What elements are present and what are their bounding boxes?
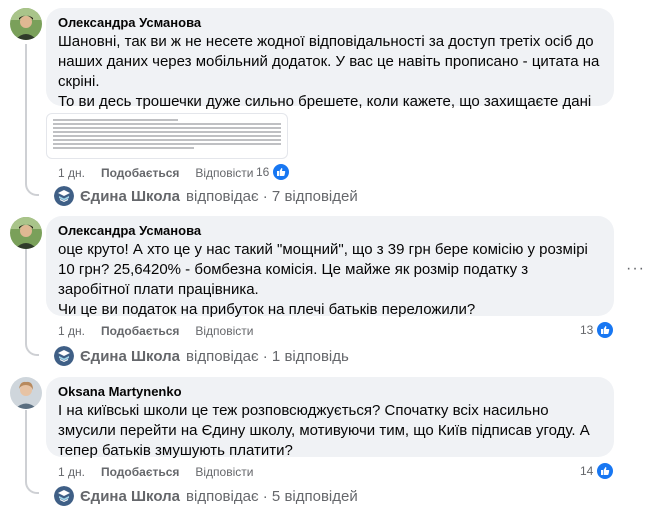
doc-line xyxy=(53,131,281,133)
replies-page-name: Єдина Школа xyxy=(80,347,181,365)
avatar[interactable] xyxy=(10,8,42,40)
comment-paragraph: Чи це ви податок на прибуток на плечі ба… xyxy=(58,301,476,318)
comment-paragraph: оце круто! А хто це у нас такий "мощний"… xyxy=(58,241,588,298)
thread-curve xyxy=(25,480,39,494)
reaction-number: 13 xyxy=(580,323,594,337)
comment-bubble: Олександра Усманова оце круто! А хто це … xyxy=(46,216,614,318)
comment-bubble: Oksana Martynenko І на київські школи це… xyxy=(46,377,614,459)
doc-line xyxy=(53,127,281,129)
doc-line xyxy=(53,139,281,141)
comment-actions: 1 дн. Подобається Відповісти xyxy=(58,165,253,181)
thread-line xyxy=(25,44,27,184)
comment-time[interactable]: 1 дн. xyxy=(58,464,85,480)
reaction-count[interactable]: 14 xyxy=(580,462,615,480)
reaction-count[interactable]: 16 xyxy=(256,163,291,181)
view-replies[interactable]: Єдина Школа відповідає · 7 відповідей xyxy=(54,186,358,206)
thread-line xyxy=(25,410,27,482)
comment-text: І на київські школи це теж розповсюджуєт… xyxy=(58,401,602,461)
page-avatar-icon xyxy=(54,486,74,506)
comment-bubble: Олександра Усманова Шановні, так ви ж не… xyxy=(46,8,614,130)
like-icon xyxy=(596,462,615,480)
screenshot-attachment[interactable] xyxy=(46,113,288,159)
comment-time[interactable]: 1 дн. xyxy=(58,165,85,181)
avatar[interactable] xyxy=(10,377,42,409)
comment-author[interactable]: Олександра Усманова xyxy=(58,15,602,31)
view-replies[interactable]: Єдина Школа відповідає · 1 відповідь xyxy=(54,346,349,366)
replies-page-name: Єдина Школа xyxy=(80,487,181,505)
doc-line xyxy=(53,147,195,149)
comment-actions: 1 дн. Подобається Відповісти xyxy=(58,323,253,339)
like-button[interactable]: Подобається xyxy=(101,165,179,181)
doc-line xyxy=(53,135,281,137)
reply-button[interactable]: Відповісти xyxy=(195,323,253,339)
doc-line xyxy=(53,123,281,125)
like-button[interactable]: Подобається xyxy=(101,464,179,480)
replies-count-text: відповідає · 1 відповідь xyxy=(186,347,349,365)
reaction-number: 14 xyxy=(580,464,594,478)
more-options-icon[interactable]: ··· xyxy=(626,260,645,278)
comment-paragraph: Шановні, так ви ж не несете жодної відпо… xyxy=(58,33,600,90)
view-replies[interactable]: Єдина Школа відповідає · 5 відповідей xyxy=(54,486,358,506)
replies-page-name: Єдина Школа xyxy=(80,187,181,205)
thread-curve xyxy=(25,342,39,356)
comment-paragraph: І на київські школи це теж розповсюджуєт… xyxy=(58,402,590,459)
replies-count-text: відповідає · 5 відповідей xyxy=(186,487,358,505)
comment-text: оце круто! А хто це у нас такий "мощний"… xyxy=(58,240,602,320)
thread-line xyxy=(25,249,27,344)
thread-curve xyxy=(25,182,39,196)
page-avatar-icon xyxy=(54,346,74,366)
avatar[interactable] xyxy=(10,217,42,249)
comment-author[interactable]: Олександра Усманова xyxy=(58,223,602,239)
like-icon xyxy=(596,321,615,339)
reaction-number: 16 xyxy=(256,165,270,179)
reaction-count[interactable]: 13 xyxy=(580,321,615,339)
doc-line xyxy=(53,143,281,145)
reply-button[interactable]: Відповісти xyxy=(195,464,253,480)
doc-line xyxy=(53,119,179,121)
page-avatar-icon xyxy=(54,186,74,206)
replies-count-text: відповідає · 7 відповідей xyxy=(186,187,358,205)
like-icon xyxy=(272,163,291,181)
like-button[interactable]: Подобається xyxy=(101,323,179,339)
comment-actions: 1 дн. Подобається Відповісти xyxy=(58,464,253,480)
reply-button[interactable]: Відповісти xyxy=(195,165,253,181)
comment-author[interactable]: Oksana Martynenko xyxy=(58,384,602,400)
comment-time[interactable]: 1 дн. xyxy=(58,323,85,339)
